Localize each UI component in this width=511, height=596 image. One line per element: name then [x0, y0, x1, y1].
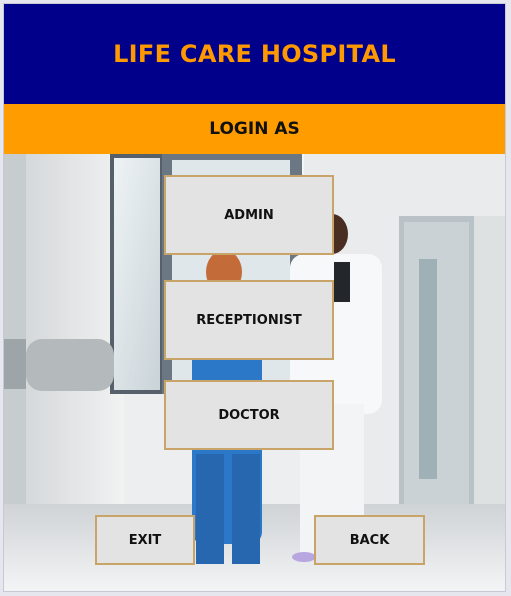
login-window: LIFE CARE HOSPITAL LOGIN AS ADMIN RECEPT… — [3, 3, 506, 592]
receptionist-button-label: RECEPTIONIST — [196, 312, 302, 328]
login-as-label: LOGIN AS — [209, 119, 300, 139]
receptionist-button[interactable]: RECEPTIONIST — [164, 280, 334, 360]
doctor-button[interactable]: DOCTOR — [164, 380, 334, 450]
hospital-background-image: ADMIN RECEPTIONIST DOCTOR EXIT BACK — [4, 154, 505, 591]
login-as-banner: LOGIN AS — [4, 104, 505, 154]
admin-button[interactable]: ADMIN — [164, 175, 334, 255]
admin-button-label: ADMIN — [224, 207, 274, 223]
back-button-label: BACK — [349, 532, 390, 548]
exit-button[interactable]: EXIT — [95, 515, 195, 565]
back-button[interactable]: BACK — [314, 515, 425, 565]
hospital-title: LIFE CARE HOSPITAL — [113, 40, 396, 68]
app-header: LIFE CARE HOSPITAL — [4, 4, 505, 104]
doctor-button-label: DOCTOR — [218, 407, 280, 423]
exit-button-label: EXIT — [128, 532, 162, 548]
